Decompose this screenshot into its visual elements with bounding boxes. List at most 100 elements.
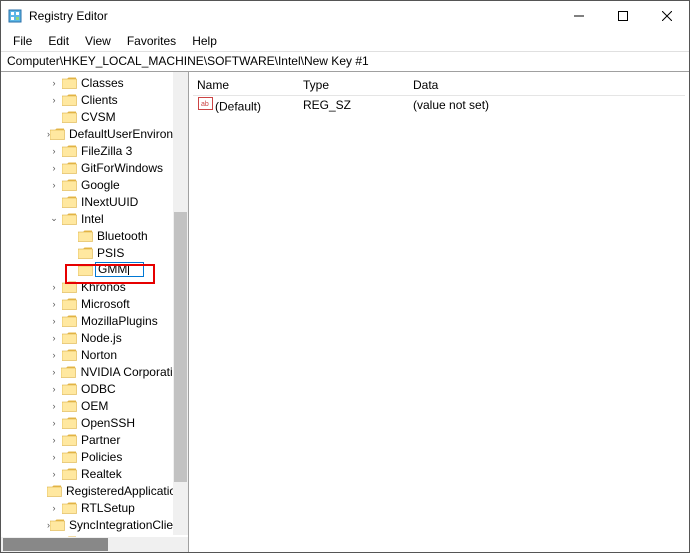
- tree-item[interactable]: › Khronos: [1, 278, 188, 295]
- vertical-scrollbar[interactable]: [173, 72, 188, 535]
- tree-item[interactable]: GMM: [1, 261, 188, 278]
- value-name: ab(Default): [193, 97, 303, 114]
- tree-item-label: Google: [79, 178, 122, 192]
- menu-view[interactable]: View: [77, 31, 119, 51]
- tree-item[interactable]: › Microsoft: [1, 295, 188, 312]
- tree-item-label: ODBC: [79, 382, 118, 396]
- chevron-right-icon[interactable]: ›: [47, 78, 61, 88]
- app-icon: [7, 8, 23, 24]
- chevron-right-icon[interactable]: ›: [47, 401, 61, 411]
- folder-icon: [50, 127, 65, 141]
- folder-icon: [61, 93, 77, 107]
- tree-item[interactable]: ›DefaultUserEnvironment: [1, 125, 188, 142]
- tree-item[interactable]: › RTLSetup: [1, 499, 188, 516]
- vertical-scrollbar-thumb[interactable]: [174, 212, 187, 482]
- tree-item-label: Microsoft: [79, 297, 132, 311]
- tree-item[interactable]: › Policies: [1, 448, 188, 465]
- folder-icon: [61, 280, 77, 294]
- tree-item[interactable]: ⌄Intel: [1, 210, 188, 227]
- column-header-data[interactable]: Data: [413, 78, 685, 92]
- chevron-right-icon[interactable]: ›: [47, 503, 61, 513]
- menu-help[interactable]: Help: [184, 31, 225, 51]
- tree-pane: › Classes›Clients CVSM›DefaultUserEnvironm…: [1, 72, 189, 552]
- chevron-down-icon[interactable]: ⌄: [47, 213, 61, 224]
- tree-item-label: RTLSetup: [79, 501, 137, 515]
- string-value-icon: ab: [197, 97, 213, 111]
- tree-item[interactable]: Bluetooth: [1, 227, 188, 244]
- tree-item[interactable]: › GitForWindows: [1, 159, 188, 176]
- folder-icon: [77, 246, 93, 260]
- window-title: Registry Editor: [29, 9, 108, 23]
- tree-item[interactable]: ›SyncIntegrationClients: [1, 516, 188, 533]
- tree-item[interactable]: › Norton: [1, 346, 188, 363]
- column-header-type[interactable]: Type: [303, 78, 413, 92]
- tree-item-label: PSIS: [95, 246, 126, 260]
- tree-item[interactable]: › OpenSSH: [1, 414, 188, 431]
- menu-file[interactable]: File: [5, 31, 40, 51]
- folder-icon: [61, 399, 77, 413]
- menu-favorites[interactable]: Favorites: [119, 31, 184, 51]
- tree-item[interactable]: INextUUID: [1, 193, 188, 210]
- tree-item[interactable]: ›NVIDIA Corporation: [1, 363, 188, 380]
- tree-item[interactable]: ›OEM: [1, 397, 188, 414]
- tree-item[interactable]: › ODBC: [1, 380, 188, 397]
- chevron-right-icon[interactable]: ›: [47, 333, 61, 343]
- minimize-button[interactable]: [557, 1, 601, 31]
- maximize-button[interactable]: [601, 1, 645, 31]
- tree-item[interactable]: ›Clients: [1, 91, 188, 108]
- tree-item-label: GitForWindows: [79, 161, 165, 175]
- chevron-right-icon[interactable]: ›: [47, 316, 61, 326]
- chevron-right-icon[interactable]: ›: [47, 435, 61, 445]
- tree-item-label: CVSM: [79, 110, 118, 124]
- tree-item-label: Classes: [79, 76, 126, 90]
- tree-item-label: Khronos: [79, 280, 128, 294]
- chevron-right-icon[interactable]: ›: [47, 469, 61, 479]
- tree-item[interactable]: ›MozillaPlugins: [1, 312, 188, 329]
- titlebar[interactable]: Registry Editor: [1, 1, 689, 31]
- folder-icon: [61, 348, 77, 362]
- horizontal-scrollbar[interactable]: [1, 537, 188, 552]
- chevron-right-icon[interactable]: ›: [47, 384, 61, 394]
- tree-item-label: Policies: [79, 450, 124, 464]
- tree-item-label: Realtek: [79, 467, 124, 481]
- chevron-right-icon[interactable]: ›: [47, 146, 61, 156]
- value-data: (value not set): [413, 98, 685, 112]
- column-header-name[interactable]: Name: [193, 78, 303, 92]
- folder-icon: [50, 518, 65, 532]
- chevron-right-icon[interactable]: ›: [47, 418, 61, 428]
- folder-icon: [61, 212, 77, 226]
- chevron-right-icon[interactable]: ›: [47, 299, 61, 309]
- tree-item-label: Norton: [79, 348, 119, 362]
- menu-edit[interactable]: Edit: [40, 31, 77, 51]
- tree-item-label: FileZilla 3: [79, 144, 134, 158]
- svg-text:ab: ab: [201, 101, 209, 108]
- tree-item[interactable]: PSIS: [1, 244, 188, 261]
- list-header: Name Type Data: [193, 74, 685, 96]
- folder-icon: [61, 195, 77, 209]
- tree-item-label: Partner: [79, 433, 122, 447]
- tree-item-label: OpenSSH: [79, 416, 137, 430]
- chevron-right-icon[interactable]: ›: [47, 282, 61, 292]
- chevron-right-icon[interactable]: ›: [47, 452, 61, 462]
- tree-item[interactable]: › Partner: [1, 431, 188, 448]
- folder-icon: [77, 229, 93, 243]
- chevron-right-icon[interactable]: ›: [47, 95, 61, 105]
- list-row[interactable]: ab(Default)REG_SZ(value not set): [193, 96, 685, 114]
- chevron-right-icon[interactable]: ›: [47, 180, 61, 190]
- tree-item[interactable]: CVSM: [1, 108, 188, 125]
- chevron-right-icon[interactable]: ›: [47, 367, 61, 377]
- rename-input[interactable]: GMM: [95, 262, 144, 277]
- chevron-right-icon[interactable]: ›: [47, 163, 61, 173]
- tree-item[interactable]: › Google: [1, 176, 188, 193]
- horizontal-scrollbar-thumb[interactable]: [3, 538, 108, 551]
- tree-item-label: SyncIntegrationClients: [67, 518, 189, 532]
- tree-item[interactable]: › Classes: [1, 74, 188, 91]
- close-button[interactable]: [645, 1, 689, 31]
- menubar: File Edit View Favorites Help: [1, 31, 689, 51]
- tree-item[interactable]: › FileZilla 3: [1, 142, 188, 159]
- tree-item[interactable]: › Realtek: [1, 465, 188, 482]
- address-bar[interactable]: Computer\HKEY_LOCAL_MACHINE\SOFTWARE\Int…: [1, 51, 689, 71]
- tree-item[interactable]: ›Node.js: [1, 329, 188, 346]
- tree-item[interactable]: RegisteredApplications: [1, 482, 188, 499]
- chevron-right-icon[interactable]: ›: [47, 350, 61, 360]
